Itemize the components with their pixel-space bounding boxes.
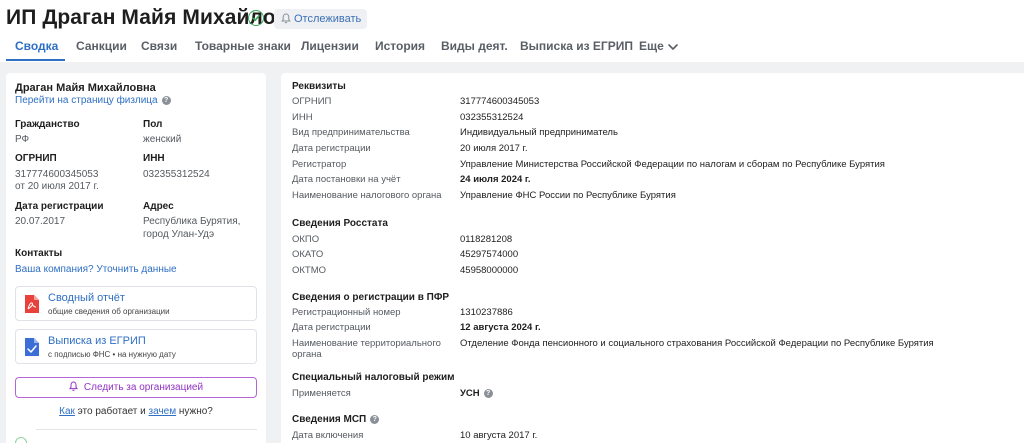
follow-organization-label: Следить за организацией xyxy=(83,382,204,393)
gender-label: Пол xyxy=(143,119,163,130)
req-label-ogrnip: ОГРНИП xyxy=(292,96,332,107)
egrip-extract-title: Выписка из ЕГРИП xyxy=(48,335,146,347)
tab-connections[interactable]: Связи xyxy=(141,39,177,53)
contacts-label: Контакты xyxy=(15,248,63,259)
tab-more-label: Еще xyxy=(639,39,664,53)
citizenship-value: РФ xyxy=(15,134,30,145)
req-label-business-type: Вид предпринимательства xyxy=(292,127,410,138)
active-tab-indicator xyxy=(6,59,65,61)
tab-activities[interactable]: Виды деят. xyxy=(441,39,508,53)
reg-date-value: 20.07.2017 xyxy=(15,216,66,227)
egrip-extract-subtitle: с подписью ФНС • на нужную дату xyxy=(48,350,176,359)
requisites-title: Реквизиты xyxy=(292,81,346,92)
rosstat-label-okato: ОКАТО xyxy=(292,249,324,260)
inn-value: 032355312524 xyxy=(143,169,210,180)
summary-report-subtitle: общие сведения об организации xyxy=(48,307,170,316)
help-icon[interactable]: ? xyxy=(483,389,493,398)
rosstat-title: Сведения Росстата xyxy=(292,218,388,229)
summary-sidebar-card: Драган Майя Михайловна Перейти на страни… xyxy=(6,73,266,443)
tab-licenses[interactable]: Лицензии xyxy=(301,39,359,53)
how-it-works-text: Как это работает и зачем нужно? xyxy=(6,406,266,417)
ogrnip-value: 317774600345053 xyxy=(15,169,99,180)
status-circle-icon xyxy=(15,437,27,443)
update-contacts-link[interactable]: Ваша компания? Уточнить данные xyxy=(15,264,177,275)
address-line-1: Республика Бурятия, xyxy=(143,216,241,227)
req-value-registrar: Управление Министерства Российской Федер… xyxy=(460,159,885,170)
follow-organization-button[interactable]: Следить за организацией xyxy=(15,377,257,398)
req-label-tax-authority: Наименование налогового органа xyxy=(292,190,442,201)
how-text-1: это работает и xyxy=(74,406,149,417)
bell-icon xyxy=(281,13,291,24)
address-line-2: город Улан-Удэ xyxy=(143,229,215,240)
req-value-reg-date: 20 июля 2017 г. xyxy=(460,143,528,154)
why-link[interactable]: зачем xyxy=(149,406,177,417)
req-label-tax-reg-date: Дата постановки на учёт xyxy=(292,174,401,185)
bell-icon xyxy=(68,381,78,391)
inn-label: ИНН xyxy=(143,153,165,164)
req-label-reg-date: Дата регистрации xyxy=(292,143,371,154)
how-text-2: нужно? xyxy=(176,406,213,417)
follow-button[interactable]: Отслеживать xyxy=(274,9,368,29)
rosstat-label-okpo: ОКПО xyxy=(292,234,320,245)
pfr-label-territorial-body-2: органа xyxy=(292,349,322,360)
pfr-value-territorial-body: Отделение Фонда пенсионного и социальног… xyxy=(460,338,934,349)
rosstat-label-oktmo: ОКТМО xyxy=(292,265,327,276)
msp-title-text: Сведения МСП xyxy=(292,414,367,425)
address-label: Адрес xyxy=(143,201,174,212)
tax-regime-value-applied: УСН? xyxy=(460,388,493,399)
req-value-inn: 032355312524 xyxy=(460,112,524,123)
tab-egrip-extract[interactable]: Выписка из ЕГРИП xyxy=(520,39,633,53)
rosstat-value-okpo: 0118281208 xyxy=(460,234,513,245)
tax-regime-title: Специальный налоговый режим xyxy=(292,372,455,383)
person-page-link[interactable]: Перейти на страницу физлица? xyxy=(15,95,171,106)
summary-report-title: Сводный отчёт xyxy=(48,292,125,304)
req-label-registrar: Регистратор xyxy=(292,159,347,170)
pdf-icon xyxy=(25,295,39,313)
chevron-down-icon xyxy=(668,44,678,50)
msp-label-inclusion-date: Дата включения xyxy=(292,430,364,441)
msp-value-inclusion-date: 10 августа 2017 г. xyxy=(460,430,538,441)
page-header: ИП Драган Майя Михайловна Отслеживать Св… xyxy=(0,0,1024,62)
rosstat-value-oktmo: 45958000000 xyxy=(460,265,519,276)
tab-history[interactable]: История xyxy=(375,39,425,53)
pfr-value-reg-number: 1310237886 xyxy=(460,307,513,318)
tab-sanctions[interactable]: Санкции xyxy=(76,39,127,53)
tab-more[interactable]: Еще xyxy=(639,39,678,53)
ogrnip-date: от 20 июля 2017 г. xyxy=(15,181,99,192)
egrip-extract-card[interactable]: Выписка из ЕГРИП с подписью ФНС • на нуж… xyxy=(15,329,257,364)
details-card: Реквизиты ОГРНИП 317774600345053 ИНН 032… xyxy=(281,73,1024,443)
tab-bar: Сводка Санкции Связи Товарные знаки Лице… xyxy=(0,36,1024,62)
signed-document-icon xyxy=(25,338,39,356)
citizenship-label: Гражданство xyxy=(15,119,80,130)
person-name: Драган Майя Михайловна xyxy=(15,82,156,94)
tab-summary[interactable]: Сводка xyxy=(15,39,58,53)
req-value-tax-authority: Управление ФНС России по Республике Буря… xyxy=(460,190,676,201)
tax-regime-label-applied: Применяется xyxy=(292,388,351,399)
tab-trademarks[interactable]: Товарные знаки xyxy=(195,39,291,53)
person-page-link-label: Перейти на страницу физлица xyxy=(15,95,158,106)
help-icon[interactable]: ? xyxy=(161,96,171,105)
verified-check-icon xyxy=(248,10,264,26)
req-value-ogrnip: 317774600345053 xyxy=(460,96,540,107)
follow-button-label: Отслеживать xyxy=(294,13,362,25)
ogrnip-label: ОГРНИП xyxy=(15,153,57,164)
tax-regime-value-text: УСН xyxy=(460,388,480,399)
pfr-value-reg-date: 12 августа 2024 г. xyxy=(460,322,541,333)
rosstat-value-okato: 45297574000 xyxy=(460,249,519,260)
req-label-inn: ИНН xyxy=(292,112,313,123)
pfr-title: Сведения о регистрации в ПФР xyxy=(292,292,450,303)
pfr-label-reg-number: Регистрационный номер xyxy=(292,307,401,318)
req-value-tax-reg-date: 24 июля 2024 г. xyxy=(460,174,531,185)
reg-date-label: Дата регистрации xyxy=(15,201,104,212)
how-link[interactable]: Как xyxy=(59,406,75,417)
pfr-label-territorial-body-1: Наименование территориального xyxy=(292,338,441,349)
summary-report-card[interactable]: Сводный отчёт общие сведения об организа… xyxy=(15,286,257,321)
msp-title: Сведения МСП? xyxy=(292,414,380,425)
help-icon[interactable]: ? xyxy=(370,415,380,424)
req-value-business-type: Индивидуальный предприниматель xyxy=(460,127,618,138)
page-title: ИП Драган Майя Михайловна xyxy=(6,6,314,29)
pfr-label-reg-date: Дата регистрации xyxy=(292,322,371,333)
gender-value: женский xyxy=(143,134,182,145)
divider xyxy=(36,429,257,430)
